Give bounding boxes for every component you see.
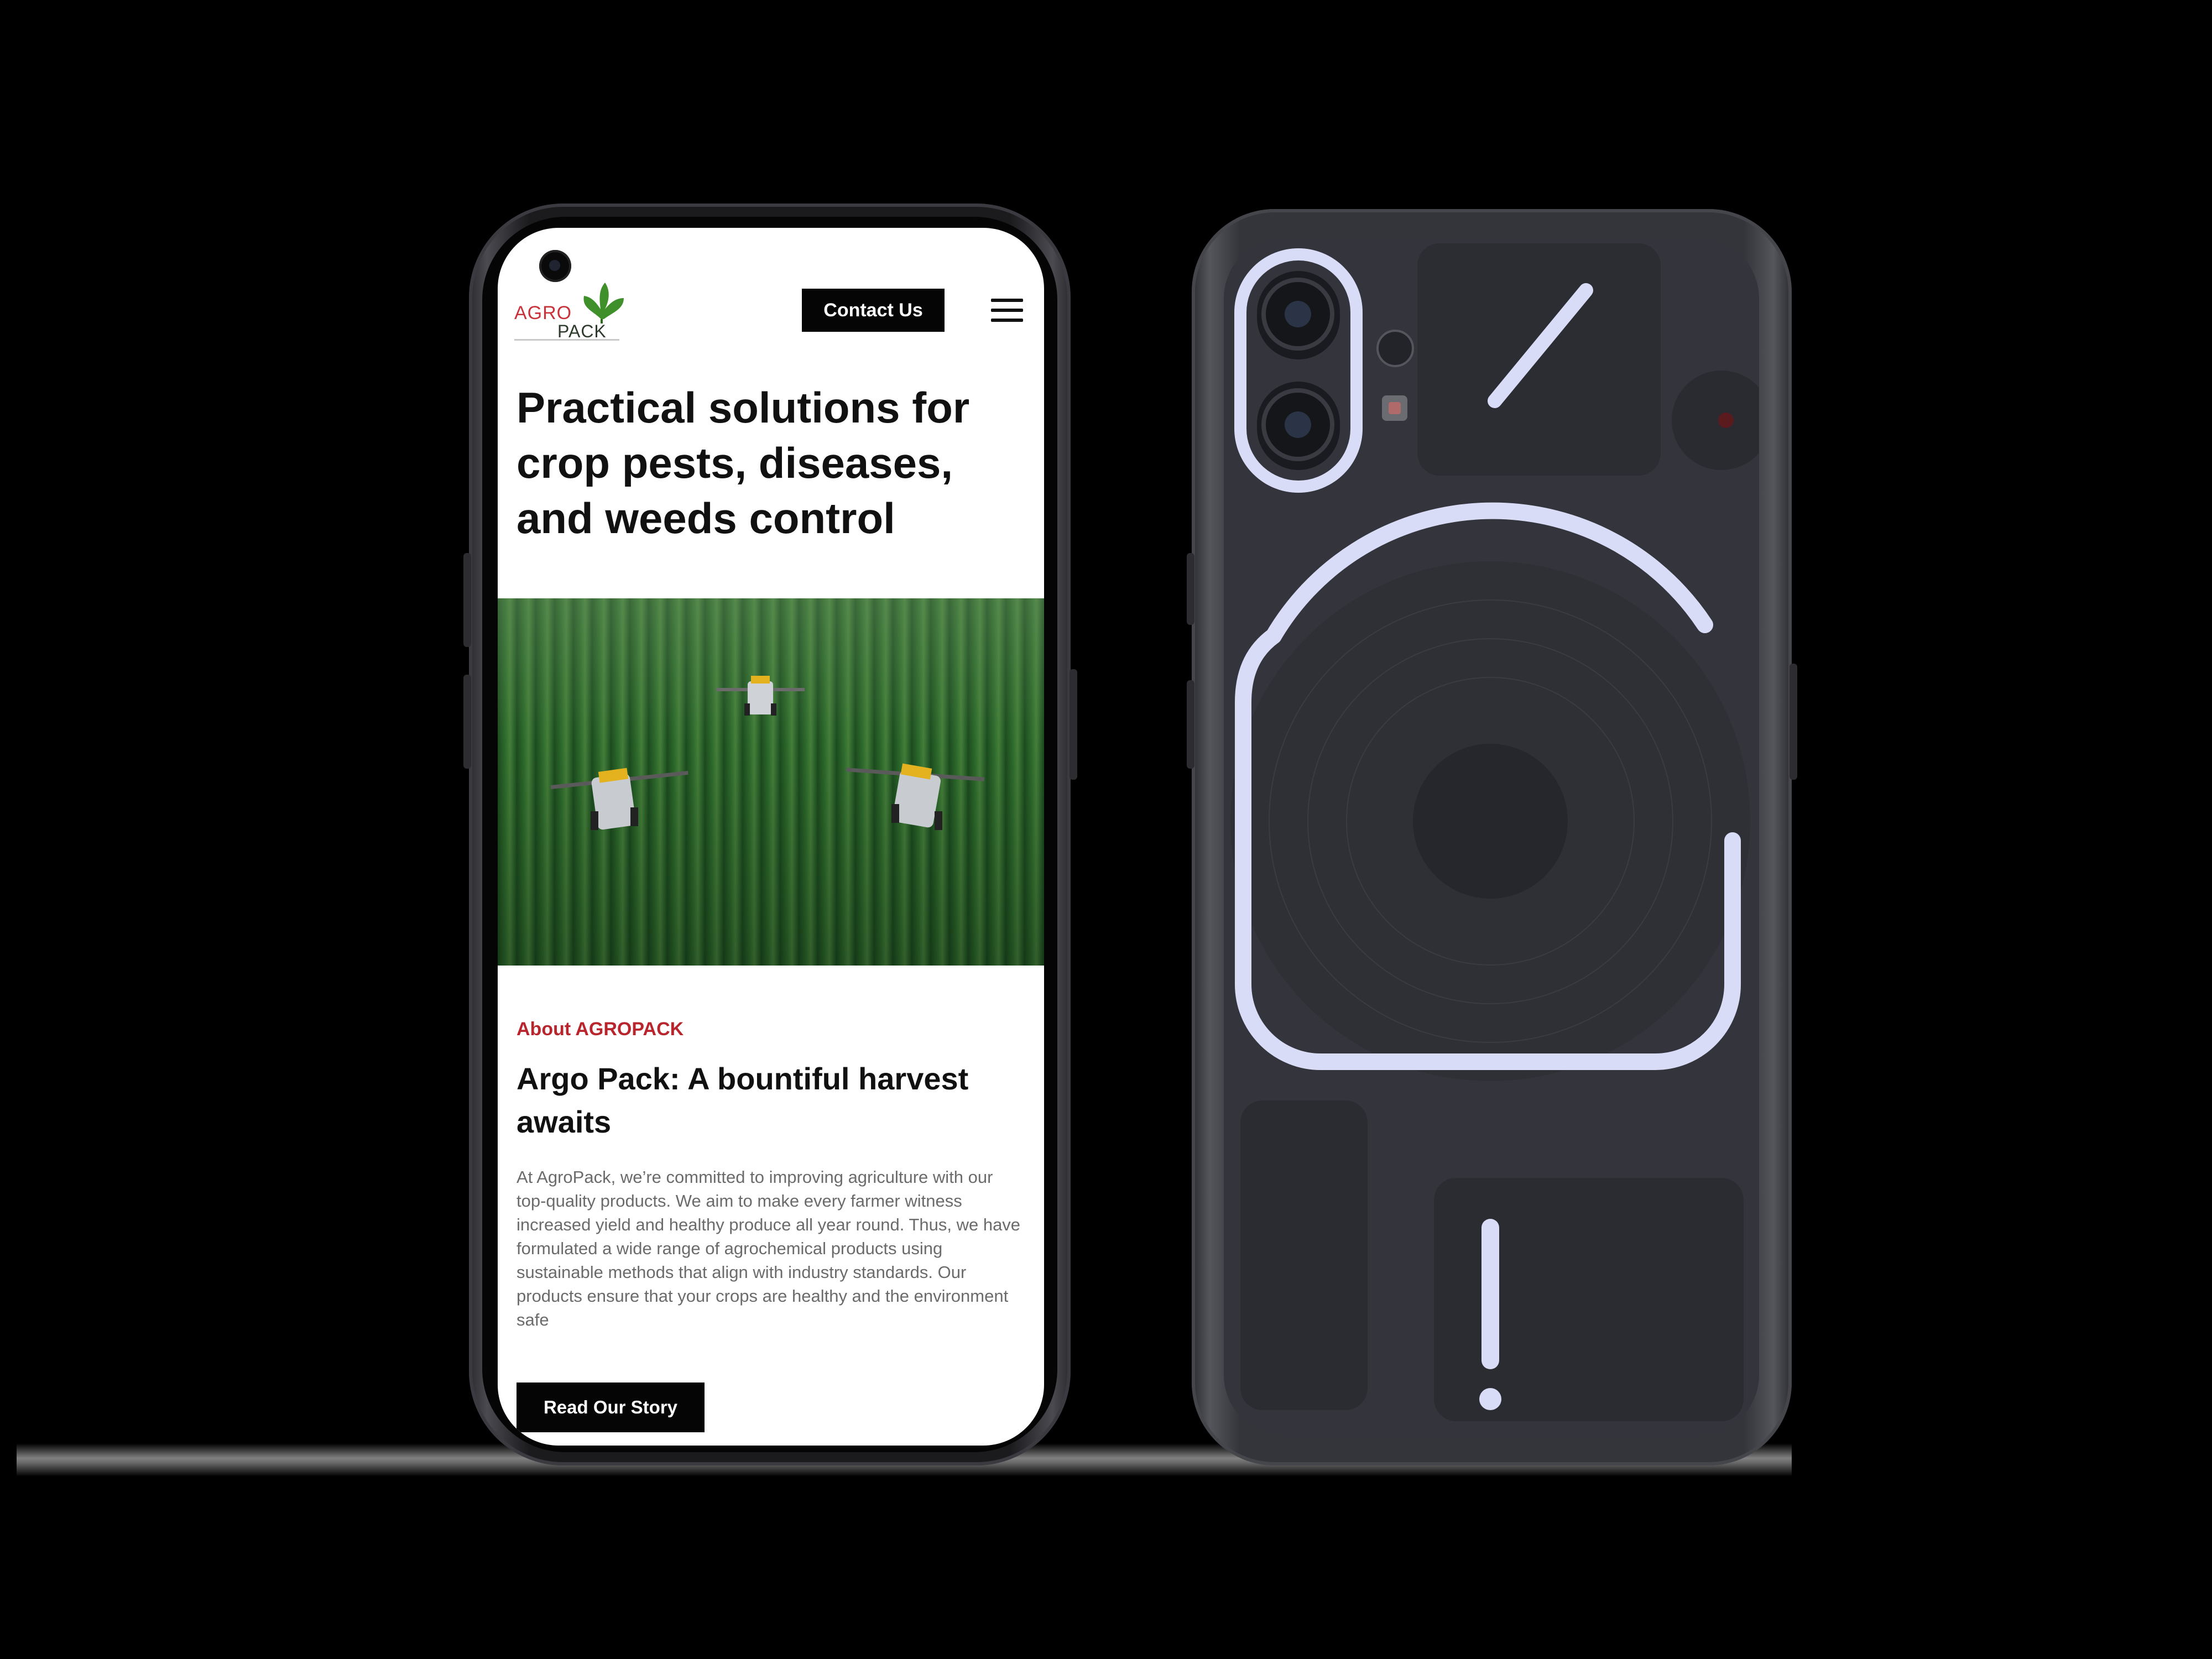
back-glyph-lights xyxy=(1230,243,1759,1421)
side-button xyxy=(1187,553,1194,625)
volume-button xyxy=(463,553,471,647)
hero-title: Practical solutions for crop pests, dise… xyxy=(517,383,970,542)
contact-us-button[interactable]: Contact Us xyxy=(802,289,945,332)
transparent-back-panel xyxy=(1224,238,1759,1436)
leaf-logo-icon xyxy=(583,283,624,324)
about-body-text: At AgroPack, we’re committed to improvin… xyxy=(517,1167,1021,1329)
hero-image-crop-field xyxy=(498,598,1044,966)
about-title: Argo Pack: A bountiful harvest awaits xyxy=(517,1061,969,1139)
menu-icon[interactable] xyxy=(991,299,1023,322)
power-button xyxy=(1070,669,1077,780)
read-our-story-button[interactable]: Read Our Story xyxy=(517,1383,705,1432)
side-button xyxy=(1187,680,1194,769)
phone-screen: AGRO PACK Contact Us Practical solutions… xyxy=(498,228,1044,1446)
side-button xyxy=(1790,664,1797,780)
volume-button xyxy=(463,675,471,769)
agropack-logo[interactable]: AGRO PACK xyxy=(514,280,625,347)
about-label: About AGROPACK xyxy=(517,1019,684,1040)
logo-underline xyxy=(514,339,619,341)
front-camera-icon xyxy=(539,250,571,282)
tractors-illustration xyxy=(550,676,984,830)
